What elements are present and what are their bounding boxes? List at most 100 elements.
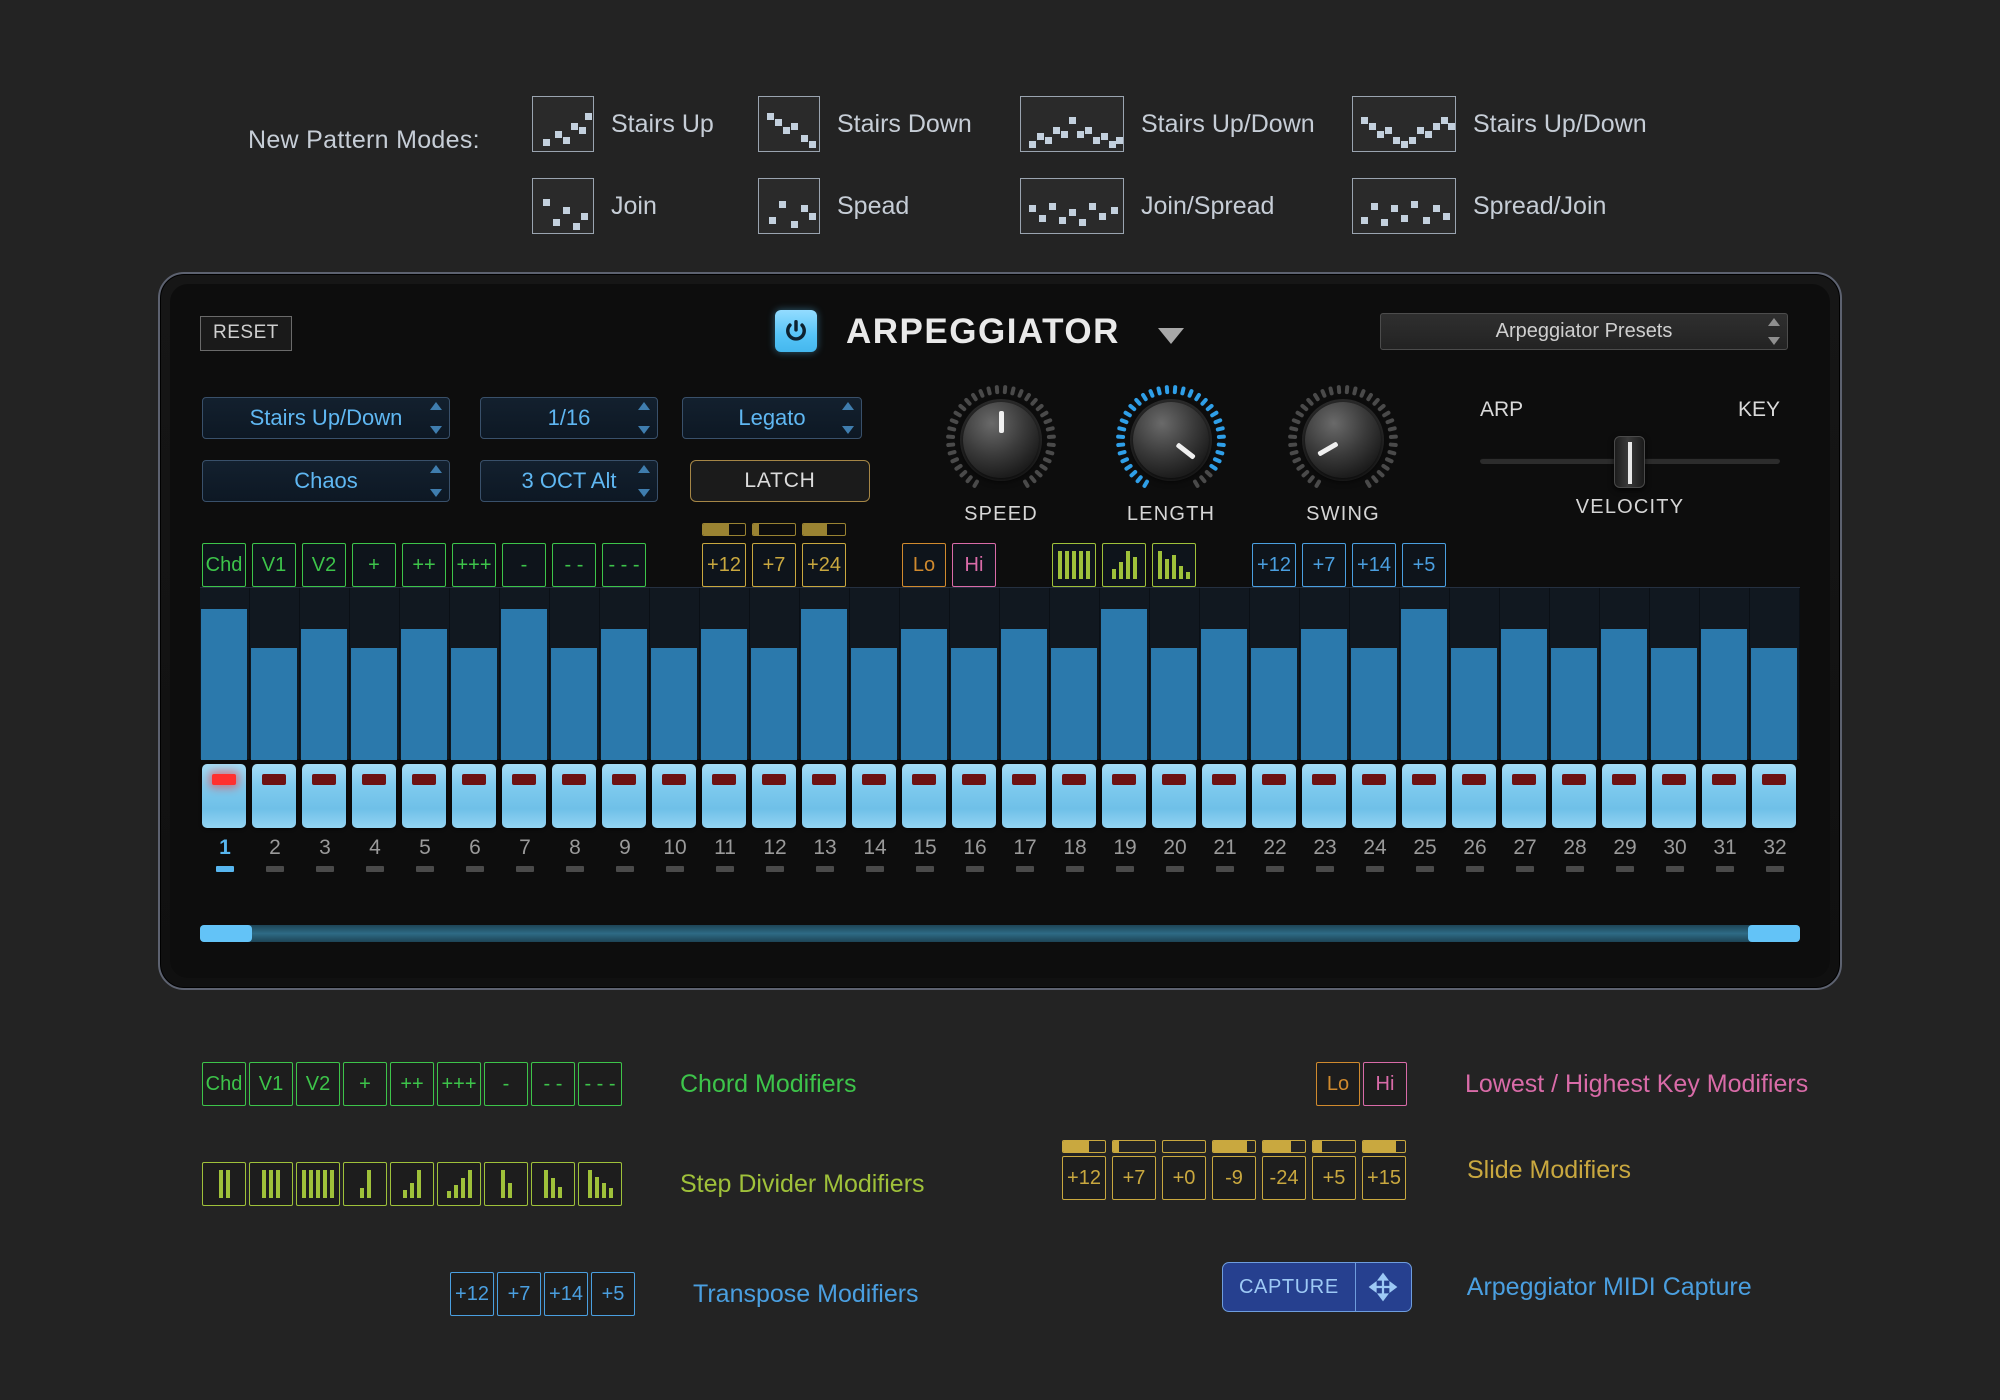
- note-mode-select-spinner[interactable]: [841, 402, 855, 434]
- velocity-bar[interactable]: [250, 588, 300, 760]
- step-toggle-button[interactable]: [1002, 764, 1046, 828]
- legend-divider-cell[interactable]: [531, 1162, 575, 1206]
- velocity-bar[interactable]: [1200, 588, 1250, 760]
- velocity-bar[interactable]: [500, 588, 550, 760]
- pattern-mode-stairs-down[interactable]: Stairs Down: [758, 96, 972, 152]
- legend-slide-cell[interactable]: +15: [1362, 1140, 1409, 1200]
- velocity-bar[interactable]: [200, 588, 250, 760]
- step-toggle-button[interactable]: [252, 764, 296, 828]
- speed-knob[interactable]: SPEED: [940, 385, 1062, 526]
- legend-divider-cell[interactable]: [249, 1162, 293, 1206]
- capture-button[interactable]: CAPTURE: [1222, 1262, 1412, 1312]
- step-toggle-button[interactable]: [652, 764, 696, 828]
- step-toggle-button[interactable]: [402, 764, 446, 828]
- velocity-bar[interactable]: [1600, 588, 1650, 760]
- legend-chord-cell[interactable]: - -: [531, 1062, 575, 1106]
- step-toggle-button[interactable]: [1702, 764, 1746, 828]
- velocity-bar[interactable]: [1050, 588, 1100, 760]
- step-toggle-button[interactable]: [1202, 764, 1246, 828]
- chevron-down-icon[interactable]: [1158, 328, 1184, 344]
- step-toggle-button[interactable]: [952, 764, 996, 828]
- velocity-bar[interactable]: [1700, 588, 1750, 760]
- length-knob[interactable]: LENGTH: [1110, 385, 1232, 526]
- pattern-mode-stairs-up-down[interactable]: Stairs Up/Down: [1352, 96, 1647, 152]
- slide-amount-bar[interactable]: [802, 523, 846, 536]
- pattern-mode-spead[interactable]: Spead: [758, 178, 909, 234]
- step-toggle-button[interactable]: [552, 764, 596, 828]
- legend-slide-cell[interactable]: +7: [1112, 1140, 1159, 1200]
- swing-knob-dial[interactable]: [1288, 385, 1398, 495]
- velocity-bar[interactable]: [750, 588, 800, 760]
- step-modifier-chord[interactable]: Chd: [202, 543, 246, 587]
- velocity-bar[interactable]: [900, 588, 950, 760]
- velocity-bar[interactable]: [1100, 588, 1150, 760]
- legend-chord-cell[interactable]: +: [343, 1062, 387, 1106]
- step-modifier-chord[interactable]: - - -: [602, 543, 646, 587]
- legend-transpose-cell[interactable]: +14: [544, 1272, 588, 1316]
- velocity-bar[interactable]: [1550, 588, 1600, 760]
- presets-select[interactable]: Arpeggiator Presets: [1380, 313, 1788, 350]
- velocity-bars[interactable]: [200, 587, 1800, 759]
- step-toggle-button[interactable]: [352, 764, 396, 828]
- pattern-stairs-updown-alt-icon[interactable]: [1352, 96, 1456, 152]
- speed-knob-dial[interactable]: [946, 385, 1056, 495]
- length-knob-dial[interactable]: [1116, 385, 1226, 495]
- slide-amount-bar[interactable]: [1062, 1140, 1106, 1153]
- variation-select[interactable]: Chaos: [202, 460, 450, 502]
- velocity-bar[interactable]: [1500, 588, 1550, 760]
- velocity-bar[interactable]: [1400, 588, 1450, 760]
- velocity-bar[interactable]: [1150, 588, 1200, 760]
- velocity-bar[interactable]: [650, 588, 700, 760]
- step-toggle-button[interactable]: [702, 764, 746, 828]
- power-button[interactable]: [775, 310, 817, 352]
- step-modifier-chord[interactable]: V2: [302, 543, 346, 587]
- pattern-spread-join-icon[interactable]: [1352, 178, 1456, 234]
- velocity-bar[interactable]: [1650, 588, 1700, 760]
- legend-transpose-cell[interactable]: +5: [591, 1272, 635, 1316]
- slide-amount-bar[interactable]: [752, 523, 796, 536]
- step-modifier-chord[interactable]: ++: [402, 543, 446, 587]
- slide-amount-bar[interactable]: [1162, 1140, 1206, 1153]
- velocity-bar[interactable]: [1450, 588, 1500, 760]
- velocity-bar[interactable]: [1300, 588, 1350, 760]
- latch-button[interactable]: LATCH: [690, 460, 870, 502]
- spinner-down-icon[interactable]: [638, 489, 650, 497]
- legend-slide-value[interactable]: +5: [1312, 1156, 1356, 1200]
- step-toggle-button[interactable]: [1152, 764, 1196, 828]
- spinner-up-icon[interactable]: [638, 465, 650, 473]
- spinner-down-icon[interactable]: [430, 426, 442, 434]
- legend-divider-cell[interactable]: [296, 1162, 340, 1206]
- pattern-stairs-updown-icon[interactable]: [1020, 96, 1124, 152]
- step-toggle-button[interactable]: [302, 764, 346, 828]
- rate-select-spinner[interactable]: [637, 402, 651, 434]
- sequencer-scrollbar[interactable]: [200, 925, 1800, 942]
- step-modifier-divider[interactable]: [1102, 543, 1146, 587]
- velocity-bar[interactable]: [950, 588, 1000, 760]
- step-toggle-button[interactable]: [1102, 764, 1146, 828]
- pattern-stairs-down-icon[interactable]: [758, 96, 820, 152]
- velocity-bar[interactable]: [350, 588, 400, 760]
- velocity-bar[interactable]: [1250, 588, 1300, 760]
- slide-amount-bar[interactable]: [1112, 1140, 1156, 1153]
- velocity-bar[interactable]: [1750, 588, 1800, 760]
- pattern-stairs-up-icon[interactable]: [532, 96, 594, 152]
- presets-spinner[interactable]: [1767, 318, 1781, 345]
- step-modifier-chord[interactable]: - -: [552, 543, 596, 587]
- step-toggle-button[interactable]: [1302, 764, 1346, 828]
- step-modifier-chord[interactable]: -: [502, 543, 546, 587]
- legend-slide-cell[interactable]: -9: [1212, 1140, 1259, 1200]
- spinner-up-icon[interactable]: [1768, 318, 1780, 326]
- spinner-up-icon[interactable]: [638, 402, 650, 410]
- step-toggle-button[interactable]: [452, 764, 496, 828]
- legend-divider-cell[interactable]: [202, 1162, 246, 1206]
- pattern-mode-spread-join[interactable]: Spread/Join: [1352, 178, 1606, 234]
- step-modifier-divider[interactable]: [1052, 543, 1096, 587]
- slide-amount-bar[interactable]: [1362, 1140, 1406, 1153]
- pattern-mode-join[interactable]: Join: [532, 178, 657, 234]
- move-arrows-icon[interactable]: [1355, 1263, 1411, 1311]
- step-modifier-hi[interactable]: Hi: [952, 543, 996, 587]
- velocity-bar[interactable]: [600, 588, 650, 760]
- scroll-left-handle[interactable]: [200, 925, 252, 942]
- pattern-mode-join-spread[interactable]: Join/Spread: [1020, 178, 1274, 234]
- legend-transpose-cell[interactable]: +12: [450, 1272, 494, 1316]
